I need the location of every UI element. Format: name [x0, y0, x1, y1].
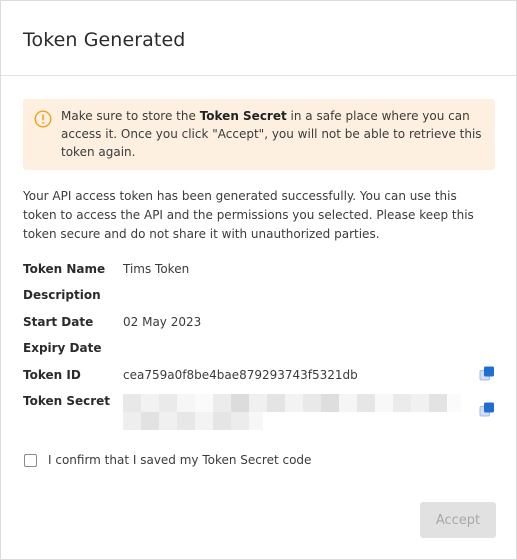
token-secret-masked-value [123, 394, 461, 430]
start-date-label: Start Date [23, 315, 94, 329]
token-generated-dialog: Token Generated Make sure to store the T… [0, 0, 517, 560]
expiry-date-label: Expiry Date [23, 341, 102, 355]
dialog-title: Token Generated [23, 29, 186, 51]
token-id-label: Token ID [23, 368, 81, 382]
description-label: Description [23, 288, 101, 302]
warning-message: Make sure to store the Token Secret in a… [61, 107, 486, 161]
start-date-value: 02 May 2023 [123, 315, 202, 329]
token-id-value: cea759a0f8be4bae879293743f5321db [123, 368, 358, 382]
accept-button[interactable]: Accept [420, 502, 496, 538]
token-name-value: Tims Token [123, 262, 190, 276]
confirm-checkbox-label[interactable]: I confirm that I saved my Token Secret c… [48, 453, 311, 467]
warning-text-emphasis: Token Secret [199, 109, 287, 123]
dialog-header: Token Generated [1, 1, 516, 76]
warning-banner: Make sure to store the Token Secret in a… [23, 99, 495, 170]
copy-token-id-icon[interactable] [479, 366, 495, 382]
warning-circle-icon [34, 110, 52, 128]
confirm-checkbox[interactable] [24, 454, 37, 467]
token-secret-label: Token Secret [23, 394, 111, 408]
intro-text: Your API access token has been generated… [23, 189, 474, 241]
copy-token-secret-icon[interactable] [479, 402, 495, 418]
token-name-label: Token Name [23, 262, 106, 276]
warning-text-before: Make sure to store the [61, 109, 200, 123]
